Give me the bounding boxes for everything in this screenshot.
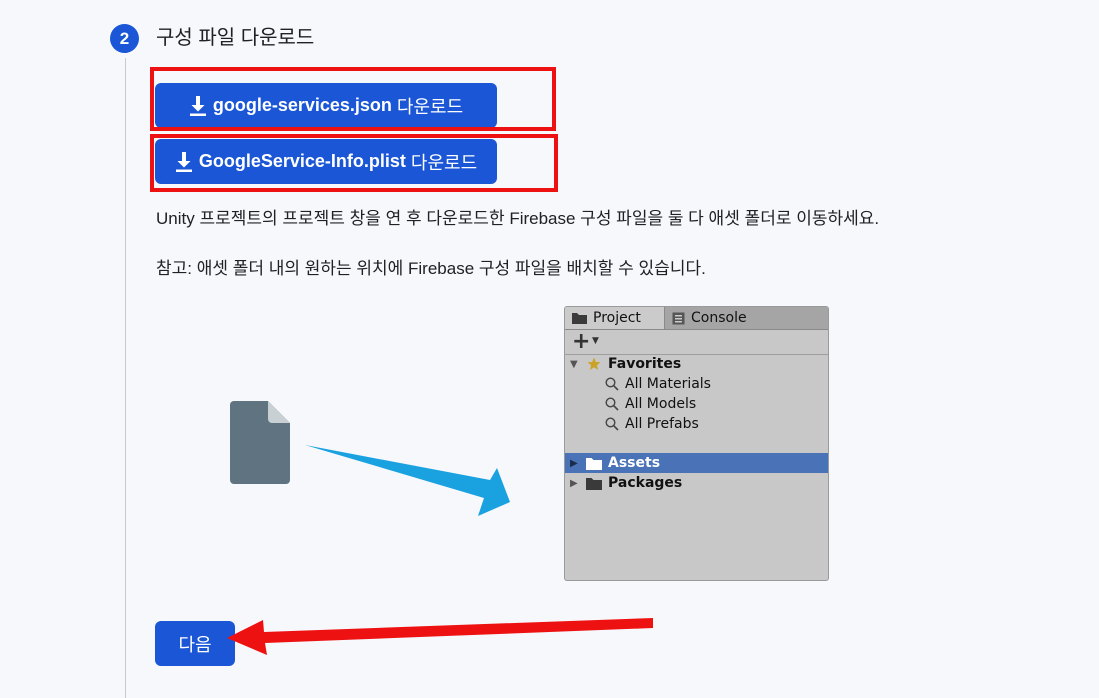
chevron-down-icon[interactable]: ▼: [592, 336, 599, 346]
folder-label: Packages: [608, 475, 683, 491]
next-button[interactable]: 다음: [155, 621, 235, 666]
tree-row-all-models[interactable]: All Models: [565, 394, 828, 414]
tab-project[interactable]: Project: [565, 307, 665, 329]
expand-triangle-icon[interactable]: ▶: [570, 458, 578, 469]
tree-row-assets[interactable]: ▶ Assets: [565, 453, 828, 473]
favorite-item-label: All Materials: [625, 376, 711, 392]
unity-project-panel: Project Console + ▼ ▼ Favorites All Mate…: [564, 306, 829, 581]
folder-icon: [586, 477, 602, 490]
note-text: 참고: 애셋 폴더 내의 원하는 위치에 Firebase 구성 파일을 배치할…: [156, 259, 706, 278]
folder-icon: [572, 312, 587, 324]
folder-icon: [586, 457, 602, 470]
tab-console-label: Console: [691, 310, 747, 326]
favorites-label: Favorites: [608, 356, 682, 372]
favorite-item-label: All Prefabs: [625, 416, 699, 432]
move-arrow-icon: [305, 445, 510, 516]
tab-console[interactable]: Console: [665, 307, 828, 329]
highlight-box-plist: [150, 134, 558, 192]
favorite-item-label: All Models: [625, 396, 697, 412]
annotation-arrow-icon: [227, 618, 653, 655]
star-icon: [587, 357, 601, 371]
panel-toolbar: + ▼: [565, 330, 828, 355]
instruction-text: Unity 프로젝트의 프로젝트 창을 연 후 다운로드한 Firebase 구…: [156, 209, 880, 228]
tree-row-favorites[interactable]: ▼ Favorites: [565, 354, 828, 374]
search-icon: [605, 417, 619, 431]
console-icon: [672, 312, 685, 325]
tree-row-all-prefabs[interactable]: All Prefabs: [565, 414, 828, 434]
highlight-box-json: [150, 67, 556, 131]
panel-tab-bar: Project Console: [565, 307, 828, 330]
tree-row-all-materials[interactable]: All Materials: [565, 374, 828, 394]
search-icon: [605, 377, 619, 391]
step-number-badge: 2: [110, 24, 139, 53]
folder-label: Assets: [608, 455, 661, 471]
step-rail: [125, 58, 126, 698]
file-icon: [230, 401, 290, 484]
collapse-triangle-icon[interactable]: ▼: [570, 359, 578, 370]
plus-icon[interactable]: +: [572, 330, 590, 354]
tab-project-label: Project: [593, 310, 641, 326]
tree-row-packages[interactable]: ▶ Packages: [565, 473, 828, 493]
search-icon: [605, 397, 619, 411]
step-title: 구성 파일 다운로드: [156, 27, 315, 49]
expand-triangle-icon[interactable]: ▶: [570, 478, 578, 489]
